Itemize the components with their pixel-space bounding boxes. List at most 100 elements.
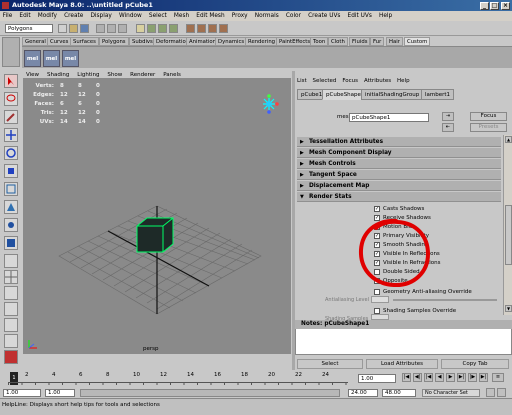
shelf-tab-hair[interactable]: Hair — [386, 37, 403, 46]
menu-display[interactable]: Display — [88, 11, 115, 21]
section-tangent-space[interactable]: ▶ Tangent Space — [297, 170, 501, 180]
hypershade-layout-icon[interactable] — [4, 318, 18, 332]
time-ruler[interactable]: 1 2 4 6 8 10 12 14 16 18 20 22 24 — [8, 372, 348, 385]
view-cube-icon[interactable] — [263, 94, 279, 114]
save-scene-icon[interactable] — [80, 24, 89, 33]
menu-set-dropdown[interactable]: Polygons — [5, 24, 53, 33]
soft-modification-icon[interactable] — [4, 200, 18, 214]
menu-normals[interactable]: Normals — [252, 11, 281, 21]
new-scene-icon[interactable] — [58, 24, 67, 33]
scroll-up-icon[interactable]: ▲ — [505, 136, 512, 143]
menu-color[interactable]: Color — [283, 11, 303, 21]
auto-key-icon[interactable] — [486, 388, 495, 397]
ae-menu-attributes[interactable]: Attributes — [362, 77, 393, 85]
ae-menu-focus[interactable]: Focus — [340, 77, 360, 85]
history-icon[interactable] — [186, 24, 195, 33]
persp-outliner-layout-icon[interactable] — [4, 286, 18, 300]
section-mesh-component-display[interactable]: ▶ Mesh Component Display — [297, 148, 501, 158]
menu-window[interactable]: Window — [116, 11, 144, 21]
move-tool-icon[interactable] — [4, 128, 18, 142]
play-forwards-icon[interactable]: ▶ — [446, 373, 455, 382]
attribute-editor-scrollbar[interactable]: ▲ ▼ — [503, 135, 512, 315]
ae-menu-selected[interactable]: Selected — [311, 77, 339, 85]
shelf-menu-icon[interactable] — [2, 37, 20, 67]
casts-shadows-checkbox[interactable]: ✓ Casts Shadows — [374, 205, 424, 213]
range-slider[interactable] — [80, 389, 340, 397]
scroll-thumb[interactable] — [505, 205, 512, 265]
copy-tab-button[interactable]: Copy Tab — [441, 359, 509, 369]
section-displacement-map[interactable]: ▶ Displacement Map — [297, 181, 501, 191]
mel-script-icon[interactable]: mel — [62, 50, 79, 67]
menu-edit-mesh[interactable]: Edit Mesh — [194, 11, 228, 21]
menu-help[interactable]: Help — [376, 11, 394, 21]
menu-mesh[interactable]: Mesh — [171, 11, 191, 21]
menu-file[interactable]: File — [0, 11, 15, 21]
mel-script-icon[interactable]: mel — [24, 50, 41, 67]
select-by-object-icon[interactable] — [107, 24, 116, 33]
menu-create-uvs[interactable]: Create UVs — [306, 11, 344, 21]
section-tessellation-attributes[interactable]: ▶ Tessellation Attributes — [297, 137, 501, 147]
mask-icon[interactable] — [136, 24, 145, 33]
playback-start-field[interactable]: 1.00 — [45, 389, 75, 397]
shelf-tab-surfaces[interactable]: Surfaces — [70, 37, 99, 46]
presets-button[interactable]: Presets — [470, 123, 507, 132]
antialiasing-level-slider[interactable] — [393, 299, 497, 301]
step-back-frame-icon[interactable]: ◀| — [413, 373, 422, 382]
render-globals-icon[interactable] — [219, 24, 228, 33]
lasso-tool-icon[interactable] — [4, 92, 18, 106]
last-tool-icon[interactable] — [4, 236, 18, 250]
show-manipulator-icon[interactable] — [4, 218, 18, 232]
menu-create[interactable]: Create — [61, 11, 85, 21]
playback-end-field[interactable]: 24.00 — [348, 389, 378, 397]
go-to-start-icon[interactable]: |◀ — [402, 373, 411, 382]
shelf-tab-toon[interactable]: Toon — [310, 37, 329, 46]
shelf-tab-fluids[interactable]: Fluids — [349, 37, 371, 46]
go-to-end-icon[interactable]: ▶| — [479, 373, 488, 382]
select-by-hierarchy-icon[interactable] — [96, 24, 105, 33]
shelf-tab-cloth[interactable]: Cloth — [328, 37, 348, 46]
shelf-tab-painteffects[interactable]: PaintEffects — [276, 37, 314, 46]
tab-initialshadinggroup[interactable]: initialShadingGroup — [361, 89, 424, 100]
maximize-button[interactable]: □ — [490, 2, 499, 10]
shelf-tab-general[interactable]: General — [22, 37, 49, 46]
menu-modify[interactable]: Modify — [35, 11, 59, 21]
shelf-tab-dynamics[interactable]: Dynamics — [215, 37, 248, 46]
menu-select[interactable]: Select — [146, 11, 169, 21]
open-scene-icon[interactable] — [69, 24, 78, 33]
end-time-field[interactable]: 48.00 — [382, 389, 416, 397]
character-set-dropdown[interactable]: No Character Set — [422, 389, 480, 397]
snap-curve-icon[interactable] — [158, 24, 167, 33]
close-button[interactable]: × — [501, 2, 510, 10]
pcube1-object[interactable] — [136, 217, 174, 253]
step-back-key-icon[interactable]: |◀ — [424, 373, 433, 382]
render-layout-icon[interactable] — [4, 334, 18, 348]
output-connection-icon[interactable]: ⇤ — [442, 123, 454, 132]
geometry-aa-override-checkbox[interactable]: Geometry Anti-aliasing Override — [374, 288, 472, 296]
persp-graph-layout-icon[interactable] — [4, 302, 18, 316]
shelf-tab-fur[interactable]: Fur — [370, 37, 385, 46]
input-connection-icon[interactable]: ⇥ — [442, 112, 454, 121]
animation-preferences-icon[interactable]: ≡ — [492, 373, 504, 382]
tab-lambert1[interactable]: lambert1 — [421, 89, 455, 100]
step-forward-key-icon[interactable]: ▶| — [457, 373, 466, 382]
antialiasing-level-field[interactable] — [371, 296, 389, 303]
section-render-stats[interactable]: ▼ Render Stats — [297, 192, 501, 202]
mel-script-icon[interactable]: mel — [43, 50, 60, 67]
current-time-field[interactable]: 1.00 — [358, 374, 396, 383]
paint-select-tool-icon[interactable] — [4, 110, 18, 124]
section-mesh-controls[interactable]: ▶ Mesh Controls — [297, 159, 501, 169]
load-attributes-button[interactable]: Load Attributes — [366, 359, 438, 369]
ae-menu-help[interactable]: Help — [395, 77, 412, 85]
minimize-button[interactable]: _ — [480, 2, 489, 10]
universal-manipulator-icon[interactable] — [4, 182, 18, 196]
shelf-tab-curves[interactable]: Curves — [47, 37, 72, 46]
menu-proxy[interactable]: Proxy — [229, 11, 250, 21]
four-view-layout-icon[interactable] — [4, 270, 18, 284]
rotate-tool-icon[interactable] — [4, 146, 18, 160]
step-forward-frame-icon[interactable]: |▶ — [468, 373, 477, 382]
snap-point-icon[interactable] — [169, 24, 178, 33]
shelf-tab-custom[interactable]: Custom — [404, 37, 431, 46]
ae-menu-list[interactable]: List — [295, 77, 309, 85]
select-by-component-icon[interactable] — [118, 24, 127, 33]
shelf-tab-polygons[interactable]: Polygons — [99, 37, 129, 46]
